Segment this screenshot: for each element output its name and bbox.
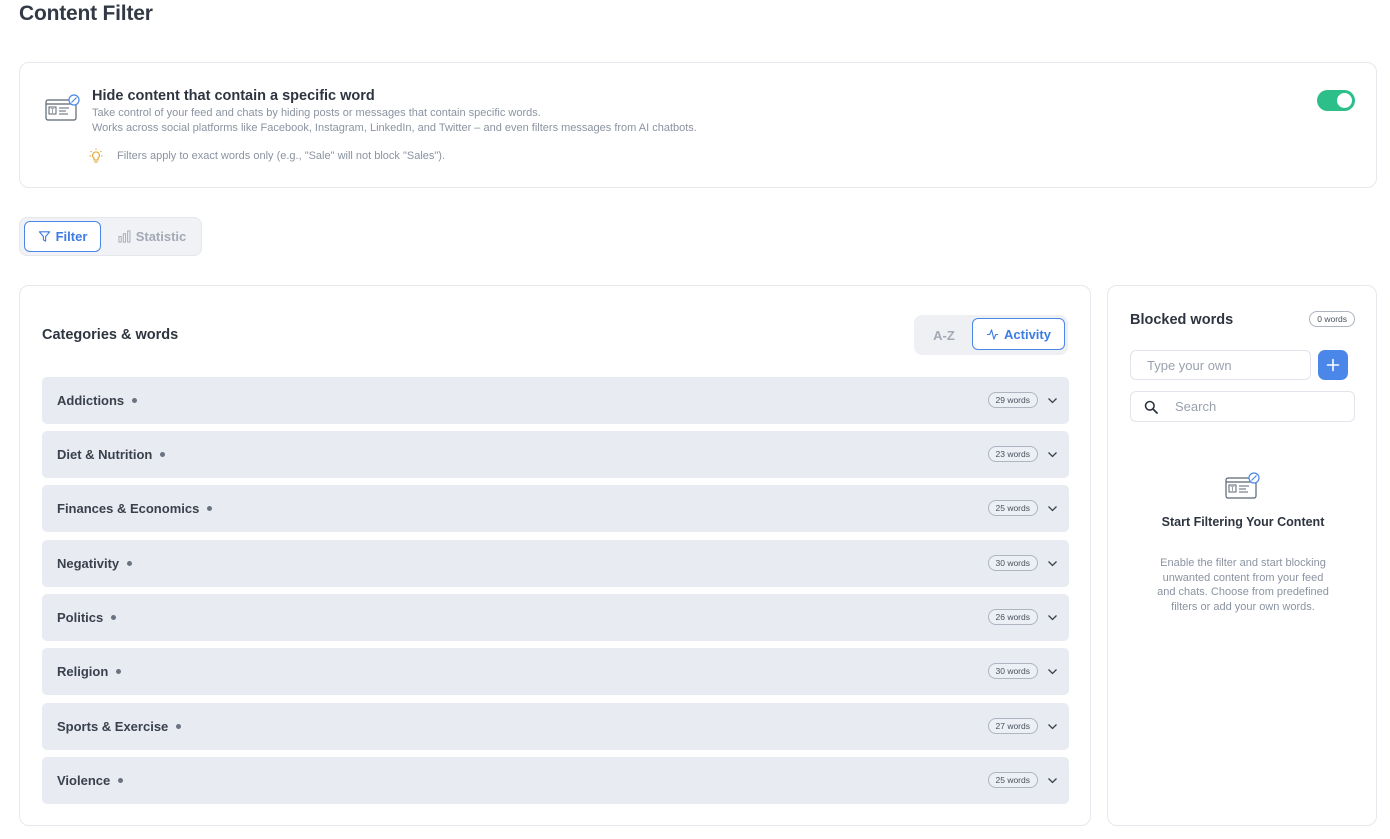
word-count-badge: 25 words [987, 772, 1038, 788]
search-icon [1144, 400, 1158, 414]
chevron-down-icon[interactable] [1047, 449, 1058, 460]
search-input[interactable] [1175, 392, 1350, 421]
category-row-sports-exercise[interactable]: Sports & Exercise 27 words [42, 703, 1069, 750]
tab-filter[interactable]: Filter [24, 221, 101, 252]
categories-title: Categories & words [42, 327, 179, 343]
category-name-text: Finances & Economics [57, 501, 200, 516]
svg-text:T: T [50, 108, 55, 115]
word-count-badge: 25 words [987, 500, 1038, 516]
content-filter-icon: T [45, 94, 80, 121]
category-row-finances-economics[interactable]: Finances & Economics 25 words [42, 485, 1069, 532]
sort-switch: A-Z Activity [914, 315, 1068, 355]
category-name-text: Politics [57, 610, 104, 625]
tab-statistic[interactable]: Statistic [112, 221, 192, 252]
category-name: Addictions [57, 393, 138, 408]
blocked-words-panel: Blocked words 0 words T Start Filtering … [1107, 285, 1377, 826]
categories-panel: Categories & words A-Z Activity Addictio… [19, 285, 1091, 826]
chevron-down-icon[interactable] [1047, 558, 1058, 569]
info-tip: Filters apply to exact words only (e.g.,… [89, 148, 445, 164]
word-count-badge: 23 words [987, 446, 1038, 462]
category-row-diet-nutrition[interactable]: Diet & Nutrition 23 words [42, 431, 1069, 478]
category-name-text: Diet & Nutrition [57, 447, 153, 462]
chevron-down-icon[interactable] [1047, 721, 1058, 732]
plus-icon [1326, 358, 1340, 372]
bar-chart-icon [118, 230, 131, 243]
lightbulb-icon [89, 148, 103, 163]
word-count-badge: 29 words [987, 392, 1038, 408]
category-name: Sports & Exercise [57, 719, 182, 734]
category-name-text: Religion [57, 664, 109, 679]
chevron-down-icon[interactable] [1047, 612, 1058, 623]
custom-word-input[interactable] [1130, 350, 1311, 380]
status-dot [118, 778, 124, 783]
empty-state-description: Enable the filter and start blocking unw… [1157, 557, 1329, 613]
sort-az-button[interactable]: A-Z [918, 319, 970, 351]
content-filter-icon: T [1225, 472, 1260, 499]
status-dot [111, 615, 117, 620]
filter-icon [38, 231, 50, 242]
category-name-text: Negativity [57, 556, 120, 571]
category-name: Negativity [57, 556, 133, 571]
blocked-words-title: Blocked words [1130, 312, 1234, 328]
svg-text:T: T [1230, 486, 1235, 493]
status-dot [207, 506, 213, 511]
sort-activity-label: Activity [1004, 326, 1051, 342]
info-description-line: Take control of your feed and chats by h… [92, 107, 541, 119]
add-word-button[interactable] [1318, 350, 1348, 380]
blocked-count-badge: 0 words [1309, 311, 1355, 327]
word-count-badge: 30 words [987, 663, 1038, 679]
filter-info-card: T Hide content that contain a specific w… [19, 62, 1377, 188]
status-dot [116, 669, 122, 674]
category-row-negativity[interactable]: Negativity 30 words [42, 540, 1069, 587]
status-dot [160, 452, 166, 457]
category-name-text: Violence [57, 773, 111, 788]
tab-statistic-label: Statistic [135, 229, 187, 244]
info-description-line: Works across social platforms like Faceb… [92, 122, 697, 134]
activity-icon [986, 328, 999, 340]
info-title: Hide content that contain a specific wor… [92, 88, 375, 104]
word-count-badge: 27 words [987, 718, 1038, 734]
page-title: Content Filter [19, 2, 153, 25]
category-name: Diet & Nutrition [57, 447, 166, 462]
status-dot [132, 398, 138, 403]
category-name: Politics [57, 610, 117, 625]
category-name-text: Addictions [57, 393, 125, 408]
category-row-violence[interactable]: Violence 25 words [42, 757, 1069, 804]
word-count-badge: 30 words [987, 555, 1038, 571]
category-name-text: Sports & Exercise [57, 719, 169, 734]
search-box [1130, 391, 1355, 422]
chevron-down-icon[interactable] [1047, 775, 1058, 786]
info-description: Take control of your feed and chats by h… [92, 106, 697, 136]
category-name: Finances & Economics [57, 501, 213, 516]
info-tip-text: Filters apply to exact words only (e.g.,… [117, 150, 446, 162]
status-dot [176, 724, 182, 729]
empty-state-title: Start Filtering Your Content [1161, 515, 1325, 529]
view-tabs: Filter Statistic [19, 217, 202, 256]
chevron-down-icon[interactable] [1047, 666, 1058, 677]
category-name: Violence [57, 773, 124, 788]
word-count-badge: 26 words [987, 609, 1038, 625]
tab-filter-label: Filter [55, 229, 88, 244]
category-name: Religion [57, 664, 122, 679]
category-row-addictions[interactable]: Addictions 29 words [42, 377, 1069, 424]
sort-activity-button[interactable]: Activity [972, 318, 1065, 350]
category-row-politics[interactable]: Politics 26 words [42, 594, 1069, 641]
chevron-down-icon[interactable] [1047, 503, 1058, 514]
toggle-knob [1337, 93, 1352, 108]
status-dot [127, 561, 133, 566]
category-row-religion[interactable]: Religion 30 words [42, 648, 1069, 695]
chevron-down-icon[interactable] [1047, 395, 1058, 406]
filter-toggle[interactable] [1317, 90, 1355, 111]
